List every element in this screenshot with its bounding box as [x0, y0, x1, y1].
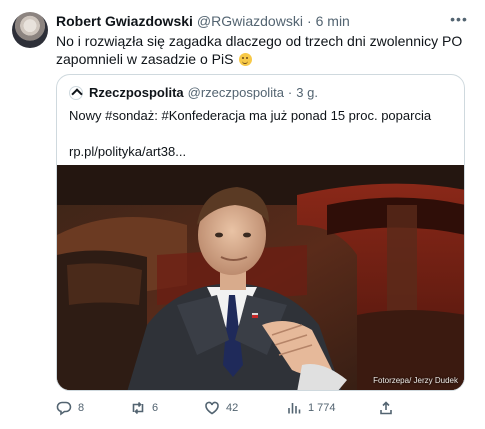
- quoted-author-handle: @rzeczpospolita: [187, 85, 284, 100]
- reply-button[interactable]: 8: [56, 400, 84, 416]
- share-icon: [380, 401, 392, 415]
- quoted-tweet-header: Rzeczpospolita @rzeczpospolita · 3 g.: [69, 85, 318, 101]
- quoted-author-name: Rzeczpospolita: [89, 85, 184, 100]
- views-button[interactable]: 1 774: [286, 400, 336, 416]
- views-count: 1 774: [308, 402, 336, 414]
- timestamp[interactable]: 6 min: [316, 12, 350, 30]
- like-count: 42: [226, 402, 239, 414]
- photo-credit: Fotorzepa/ Jerzy Dudek: [373, 376, 458, 385]
- author-handle[interactable]: @RGwiazdowski: [197, 12, 303, 30]
- quoted-photo[interactable]: Fotorzepa/ Jerzy Dudek: [57, 165, 464, 390]
- quoted-tweet-text: Nowy #sondaż: #Konfederacja ma już ponad…: [69, 108, 432, 123]
- retweet-icon: [132, 401, 144, 415]
- tweet-body: No i rozwiązła się zagadka dlaczego od t…: [56, 33, 463, 67]
- tweet[interactable]: Robert Gwiazdowski @RGwiazdowski · 6 min…: [0, 0, 485, 429]
- separator: ·: [287, 85, 293, 100]
- reply-count: 8: [78, 402, 85, 414]
- reply-icon: [56, 401, 72, 416]
- author-name[interactable]: Robert Gwiazdowski: [56, 12, 193, 30]
- retweet-count: 6: [152, 402, 159, 414]
- tweet-text: No i rozwiązła się zagadka dlaczego od t…: [56, 32, 471, 68]
- more-icon[interactable]: •••: [448, 12, 470, 30]
- heart-icon: [205, 401, 219, 415]
- quoted-avatar: [69, 86, 83, 100]
- quoted-tweet-link[interactable]: rp.pl/polityka/art38...: [69, 143, 186, 161]
- avatar[interactable]: [12, 12, 48, 48]
- quoted-timestamp: 3 g.: [296, 85, 318, 100]
- tweet-header: Robert Gwiazdowski @RGwiazdowski · 6 min: [56, 12, 350, 30]
- separator: ·: [306, 13, 312, 29]
- retweet-button[interactable]: 6: [130, 400, 158, 416]
- share-button[interactable]: [378, 400, 400, 416]
- photo-illustration: [57, 165, 464, 390]
- wink-emoji-icon: [239, 53, 253, 66]
- quoted-tweet[interactable]: Rzeczpospolita @rzeczpospolita · 3 g. No…: [56, 74, 465, 391]
- tweet-actions: 8 6 42 1 774: [56, 400, 426, 420]
- like-button[interactable]: 42: [204, 400, 238, 416]
- views-icon: [288, 403, 301, 414]
